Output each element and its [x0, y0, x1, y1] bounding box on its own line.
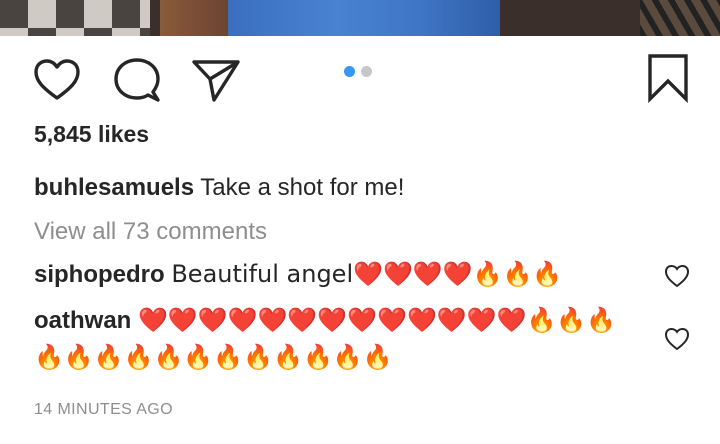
carousel-dot-active [344, 66, 355, 77]
post-caption: buhlesamuels Take a shot for me! [34, 174, 404, 202]
photo-floor-tiles [0, 0, 150, 36]
post-action-bar [0, 36, 720, 122]
bookmark-outline-icon[interactable] [646, 53, 690, 103]
caption-text: Take a shot for me! [200, 174, 405, 201]
carousel-dot [361, 66, 372, 77]
photo-blue-jeans [228, 0, 500, 36]
post-photo[interactable] [0, 0, 720, 36]
small-heart-outline-icon[interactable] [664, 327, 690, 351]
view-all-comments-link[interactable]: View all 73 comments [34, 218, 267, 246]
carousel-indicator [344, 66, 372, 78]
heart-outline-icon[interactable] [33, 58, 81, 102]
caption-username[interactable]: buhlesamuels [34, 174, 194, 201]
comment-text: Beautiful angel❤️❤️❤️❤️🔥🔥🔥 [171, 260, 563, 288]
comment-username[interactable]: oathwan [34, 307, 131, 334]
comment-bubble-icon[interactable] [112, 56, 162, 104]
paper-plane-icon[interactable] [190, 57, 242, 103]
comment-item: oathwan ❤️❤️❤️❤️❤️❤️❤️❤️❤️❤️❤️❤️❤️🔥🔥🔥🔥🔥🔥… [34, 302, 644, 376]
likes-count[interactable]: 5,845 likes [34, 121, 149, 148]
small-heart-outline-icon[interactable] [664, 264, 690, 288]
comment-item: siphopedro Beautiful angel❤️❤️❤️❤️🔥🔥🔥 [34, 256, 562, 293]
photo-hand [160, 0, 230, 36]
post-timestamp: 14 MINUTES AGO [34, 401, 173, 418]
comment-username[interactable]: siphopedro [34, 261, 165, 288]
photo-chair [640, 0, 720, 36]
